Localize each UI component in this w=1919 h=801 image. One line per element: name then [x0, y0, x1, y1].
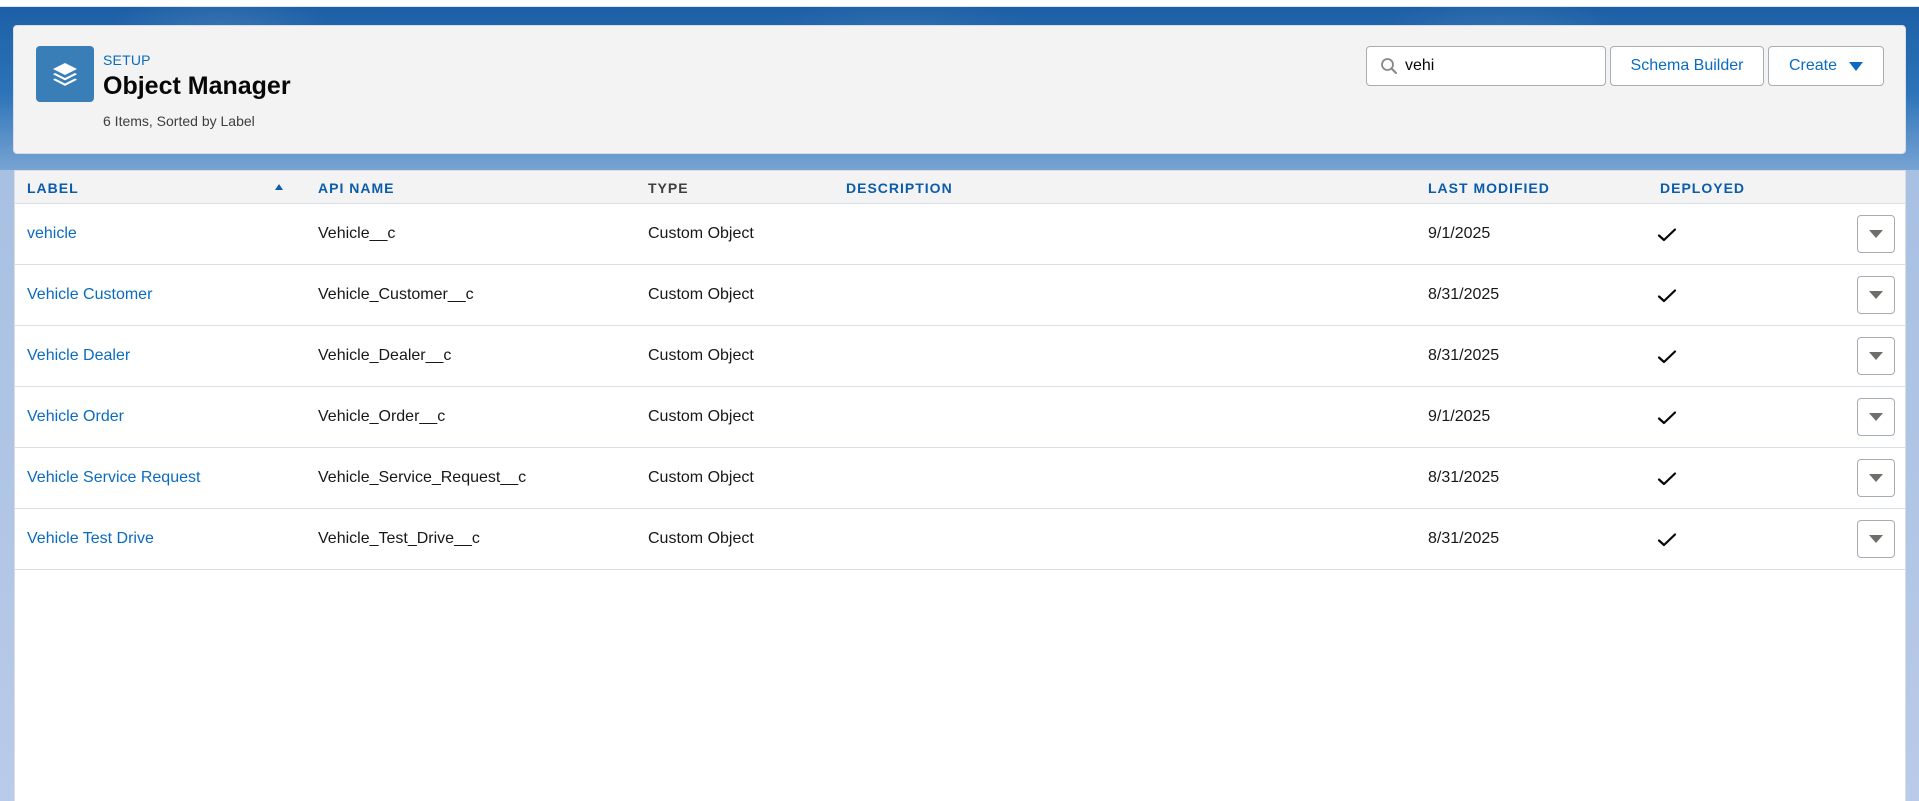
quick-find-search[interactable] [1366, 46, 1606, 86]
object-manager-layers-icon [36, 46, 94, 102]
schema-builder-button[interactable]: Schema Builder [1610, 46, 1764, 86]
object-label-link[interactable]: Vehicle Customer [27, 265, 152, 325]
create-button[interactable]: Create [1768, 46, 1884, 86]
sort-ascending-icon[interactable] [275, 184, 283, 190]
last-modified-cell: 8/31/2025 [1428, 469, 1500, 486]
object-label-link[interactable]: vehicle [27, 204, 77, 264]
background-left-margin [0, 170, 14, 801]
api-name-cell: Vehicle_Dealer__c [318, 347, 452, 364]
deployed-check-icon [1657, 350, 1677, 364]
object-label-link[interactable]: Vehicle Service Request [27, 448, 200, 508]
chevron-down-icon [1869, 291, 1883, 299]
last-modified-cell: 9/1/2025 [1428, 408, 1491, 425]
last-modified-cell: 8/31/2025 [1428, 347, 1500, 364]
deployed-check-icon [1657, 411, 1677, 425]
deployed-check-icon [1657, 472, 1677, 486]
type-cell: Custom Object [648, 225, 754, 242]
chevron-down-icon [1869, 474, 1883, 482]
row-actions-dropdown[interactable] [1857, 276, 1895, 314]
last-modified-cell: 8/31/2025 [1428, 286, 1500, 303]
row-actions-dropdown[interactable] [1857, 459, 1895, 497]
api-name-cell: Vehicle__c [318, 225, 396, 242]
api-name-cell: Vehicle_Order__c [318, 408, 446, 425]
row-actions-dropdown[interactable] [1857, 337, 1895, 375]
type-cell: Custom Object [648, 408, 754, 425]
api-name-cell: Vehicle_Customer__c [318, 286, 474, 303]
last-modified-cell: 8/31/2025 [1428, 530, 1500, 547]
chevron-down-icon [1869, 352, 1883, 360]
column-header-last-modified[interactable]: LAST MODIFIED [1428, 180, 1550, 196]
object-label-link[interactable]: Vehicle Dealer [27, 326, 130, 386]
page-title: Object Manager [103, 72, 291, 100]
row-actions-dropdown[interactable] [1857, 520, 1895, 558]
breadcrumb[interactable]: SETUP [103, 52, 151, 68]
object-label-link[interactable]: Vehicle Test Drive [27, 509, 154, 569]
deployed-check-icon [1657, 533, 1677, 547]
type-cell: Custom Object [648, 286, 754, 303]
row-actions-dropdown[interactable] [1857, 398, 1895, 436]
type-cell: Custom Object [648, 469, 754, 486]
object-label-link[interactable]: Vehicle Order [27, 387, 124, 447]
table-row: Vehicle Dealer Vehicle_Dealer__c Custom … [15, 326, 1905, 387]
table-header-row: LABEL API NAME TYPE DESCRIPTION LAST MOD… [15, 171, 1905, 204]
browser-top-strip [0, 0, 1919, 7]
table-row: Vehicle Order Vehicle_Order__c Custom Ob… [15, 387, 1905, 448]
column-header-label[interactable]: LABEL [27, 180, 79, 196]
column-header-deployed[interactable]: DEPLOYED [1660, 180, 1745, 196]
create-label: Create [1788, 57, 1838, 74]
column-header-description[interactable]: DESCRIPTION [846, 180, 953, 196]
table-row: vehicle Vehicle__c Custom Object 9/1/202… [15, 204, 1905, 265]
table-row: Vehicle Test Drive Vehicle_Test_Drive__c… [15, 509, 1905, 570]
chevron-down-icon [1869, 413, 1883, 421]
background-right-margin [1906, 170, 1919, 801]
row-actions-dropdown[interactable] [1857, 215, 1895, 253]
type-cell: Custom Object [648, 530, 754, 547]
search-icon [1379, 56, 1399, 76]
chevron-down-icon [1869, 535, 1883, 543]
deployed-check-icon [1657, 228, 1677, 242]
object-list-table: LABEL API NAME TYPE DESCRIPTION LAST MOD… [14, 170, 1906, 801]
search-input[interactable] [1405, 57, 1595, 75]
table-row: Vehicle Customer Vehicle_Customer__c Cus… [15, 265, 1905, 326]
api-name-cell: Vehicle_Service_Request__c [318, 469, 527, 486]
type-cell: Custom Object [648, 347, 754, 364]
last-modified-cell: 9/1/2025 [1428, 225, 1491, 242]
table-row: Vehicle Service Request Vehicle_Service_… [15, 448, 1905, 509]
deployed-check-icon [1657, 289, 1677, 303]
schema-builder-label: Schema Builder [1630, 57, 1744, 74]
item-count-summary: 6 Items, Sorted by Label [103, 113, 255, 129]
page-header: SETUP Object Manager 6 Items, Sorted by … [13, 25, 1906, 154]
api-name-cell: Vehicle_Test_Drive__c [318, 530, 480, 547]
chevron-down-icon [1869, 230, 1883, 238]
caret-down-icon [1849, 61, 1864, 71]
column-header-api-name[interactable]: API NAME [318, 180, 394, 196]
column-header-type: TYPE [648, 180, 689, 196]
